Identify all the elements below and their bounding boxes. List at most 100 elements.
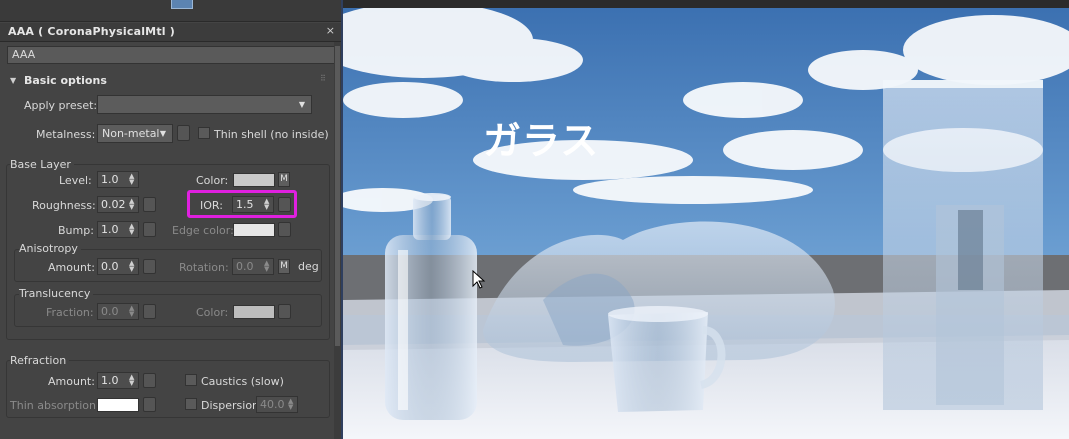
cloud [723,130,863,170]
glass-bottle-highlight [398,250,408,410]
rollout-title: Basic options [24,74,107,87]
refraction-label: Refraction [10,354,70,367]
anisotropy-label: Anisotropy [19,242,81,255]
glass-cup-body [608,312,708,412]
cloud [443,38,583,82]
close-icon[interactable]: × [326,24,335,37]
caustics-checkbox[interactable] [185,374,197,386]
anisotropy-amount-map-button[interactable] [143,259,156,274]
material-editor-panel: AAA ( CoronaPhysicalMtl ) × AAA ▼ Basic … [0,0,341,439]
spinner-arrows-icon[interactable]: ▲ ▼ [129,374,135,387]
viewport-overlay-text: ガラス [483,119,600,163]
spinner-arrows-icon[interactable]: ▲ ▼ [129,198,135,211]
translucency-color-map-button[interactable] [278,304,291,319]
caustics-label: Caustics (slow) [201,375,284,388]
edge-color-label: Edge color: [172,224,234,237]
anisotropy-amount-spinner[interactable]: 0.0 ▲ ▼ [97,258,139,275]
translucency-color-label: Color: [196,306,229,319]
metalness-map-button[interactable] [177,125,190,141]
thin-shell-checkbox[interactable] [198,127,210,139]
metalness-dropdown[interactable]: Non-metal ▼ [97,124,173,143]
refraction-amount-label: Amount: [48,375,95,388]
thin-absorption-label: Thin absorption: [10,399,100,412]
apply-preset-dropdown[interactable]: ▼ [97,95,312,114]
refraction-amount-value: 1.0 [101,374,119,387]
cloud [573,176,813,204]
bump-value: 1.0 [101,223,119,236]
mouse-cursor-icon [472,270,486,289]
dispersion-spinner[interactable]: 40.0 ▲ ▼ [256,396,298,413]
roughness-value: 0.02 [101,198,126,211]
spinner-arrows-icon[interactable]: ▲ ▼ [129,260,135,273]
translucency-color-swatch[interactable] [233,305,275,319]
translucency-label: Translucency [19,287,94,300]
panel-title: AAA ( CoronaPhysicalMtl ) [8,25,176,38]
roughness-label: Roughness: [32,199,96,212]
roughness-map-button[interactable] [143,197,156,212]
glass-cup-rim [608,306,708,322]
bump-label: Bump: [58,224,94,237]
base-color-label: Color: [196,174,229,187]
refraction-amount-map-button[interactable] [143,373,156,388]
panel-scrollbar[interactable] [334,42,341,439]
rotation-unit: deg [298,260,319,273]
drag-grip-icon[interactable]: ⠿ [320,74,328,83]
thin-absorption-map-button[interactable] [143,397,156,412]
apply-preset-label: Apply preset: [24,99,98,112]
rotation-value: 0.0 [236,260,254,273]
bump-map-button[interactable] [143,222,156,237]
base-color-swatch[interactable] [233,173,275,187]
fraction-spinner[interactable]: 0.0 ▲ ▼ [97,303,139,320]
spinner-arrows-icon[interactable]: ▲ ▼ [129,305,135,318]
dispersion-checkbox[interactable] [185,398,197,410]
thin-absorption-swatch[interactable] [97,398,139,412]
refraction-amount-spinner[interactable]: 1.0 ▲ ▼ [97,372,139,389]
glass-block-slot [958,210,983,290]
material-slot-swatch[interactable] [171,0,193,9]
cloud [343,82,463,118]
spinner-arrows-icon[interactable]: ▲ ▼ [129,173,135,186]
panel-top-strip [0,0,341,22]
level-value: 1.0 [101,173,119,186]
base-color-map-button[interactable]: M [278,172,290,187]
cloud [683,82,803,118]
level-spinner[interactable]: 1.0 ▲ ▼ [97,171,139,188]
spinner-arrows-icon[interactable]: ▲ ▼ [264,260,270,273]
render-image [343,0,1069,439]
fraction-map-button[interactable] [143,304,156,319]
edge-color-swatch[interactable] [233,223,275,237]
dispersion-label: Dispersion [201,399,260,412]
roughness-spinner[interactable]: 0.02 ▲ ▼ [97,196,139,213]
base-layer-label: Base Layer [10,158,74,171]
scrollbar-thumb[interactable] [335,46,340,346]
fraction-value: 0.0 [101,305,119,318]
basic-options-rollout-header[interactable]: ▼ Basic options ⠿ [0,71,334,92]
glass-block [883,80,1043,410]
anisotropy-amount-label: Amount: [48,261,95,274]
metalness-label: Metalness: [36,128,96,141]
chevron-down-icon: ▼ [159,129,166,138]
bump-spinner[interactable]: 1.0 ▲ ▼ [97,221,139,238]
level-label: Level: [59,174,92,187]
rotation-spinner[interactable]: 0.0 ▲ ▼ [232,258,274,275]
anisotropy-amount-value: 0.0 [101,260,119,273]
render-viewport[interactable]: ガラス [343,0,1069,439]
glass-block-top [883,80,1043,88]
edge-color-map-button[interactable] [278,222,291,237]
glass-bottle-cap [413,193,451,201]
viewport-top-bar [343,0,1069,8]
rotation-label: Rotation: [179,261,229,274]
metalness-value: Non-metal [102,127,160,140]
fraction-label: Fraction: [46,306,94,319]
glass-bottle-neck [413,195,451,240]
rotation-map-button[interactable]: M [278,259,290,274]
spinner-arrows-icon[interactable]: ▲ ▼ [288,398,294,411]
ior-highlight-box [187,190,297,218]
material-name-field[interactable]: AAA [7,46,336,64]
chevron-down-icon: ▼ [298,100,305,109]
dispersion-value: 40.0 [260,398,285,411]
panel-titlebar: AAA ( CoronaPhysicalMtl ) × [0,23,341,42]
collapse-triangle-icon[interactable]: ▼ [10,76,16,85]
spinner-arrows-icon[interactable]: ▲ ▼ [129,223,135,236]
thin-shell-label: Thin shell (no inside) [214,128,329,141]
